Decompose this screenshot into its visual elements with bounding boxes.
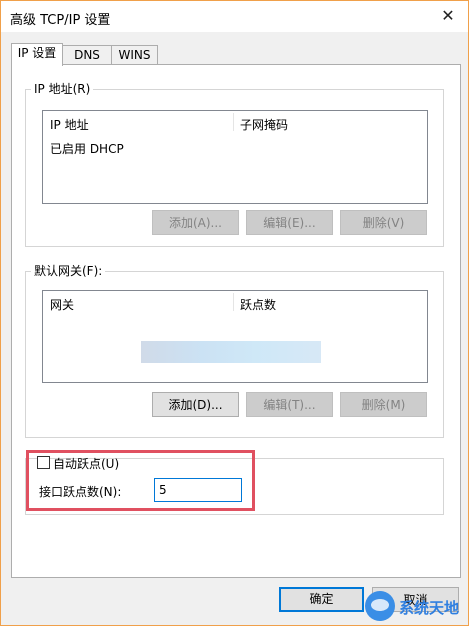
gateway-edit-button[interactable]: 编辑(T)... xyxy=(246,392,333,417)
gateway-legend: 默认网关(F): xyxy=(34,264,103,278)
ip-delete-button[interactable]: 删除(V) xyxy=(340,210,427,235)
ip-address-list[interactable]: IP 地址 子网掩码 已启用 DHCP xyxy=(42,110,428,204)
ip-edit-button[interactable]: 编辑(E)... xyxy=(246,210,333,235)
ok-button[interactable]: 确定 xyxy=(279,587,364,612)
tab-ip-settings[interactable]: IP 设置 xyxy=(11,43,63,66)
watermark-text: 系统天地 xyxy=(399,599,460,617)
window-title: 高级 TCP/IP 设置 xyxy=(10,13,111,28)
watermark-logo: 系统天地 xyxy=(363,589,467,625)
gateway-list[interactable]: 网关 跃点数 xyxy=(42,290,428,383)
highlight-box xyxy=(26,450,255,511)
watermark-globe-highlight xyxy=(371,599,389,611)
title-bar: 高级 TCP/IP 设置 ✕ xyxy=(1,1,468,32)
column-metric[interactable]: 跃点数 xyxy=(240,296,276,313)
tab-wins[interactable]: WINS xyxy=(111,45,158,65)
column-subnet-mask[interactable]: 子网掩码 xyxy=(240,116,288,133)
dialog-window: 高级 TCP/IP 设置 ✕ IP 设置 DNS WINS IP 地址(R) I… xyxy=(0,0,469,626)
ip-add-button[interactable]: 添加(A)... xyxy=(152,210,239,235)
tab-dns[interactable]: DNS xyxy=(62,45,112,65)
blurred-gateway-entry xyxy=(141,341,321,363)
column-gateway[interactable]: 网关 xyxy=(50,296,74,313)
column-divider[interactable] xyxy=(233,113,234,131)
column-divider[interactable] xyxy=(233,293,234,311)
gateway-delete-button[interactable]: 删除(M) xyxy=(340,392,427,417)
ip-list-header: IP 地址 子网掩码 xyxy=(43,111,427,135)
close-icon[interactable]: ✕ xyxy=(436,5,460,27)
column-ip-address[interactable]: IP 地址 xyxy=(50,116,89,133)
gateway-add-button[interactable]: 添加(D)... xyxy=(152,392,239,417)
list-item[interactable]: 已启用 DHCP xyxy=(50,140,124,157)
gateway-list-header: 网关 跃点数 xyxy=(43,291,427,315)
ip-address-legend: IP 地址(R) xyxy=(34,82,91,96)
